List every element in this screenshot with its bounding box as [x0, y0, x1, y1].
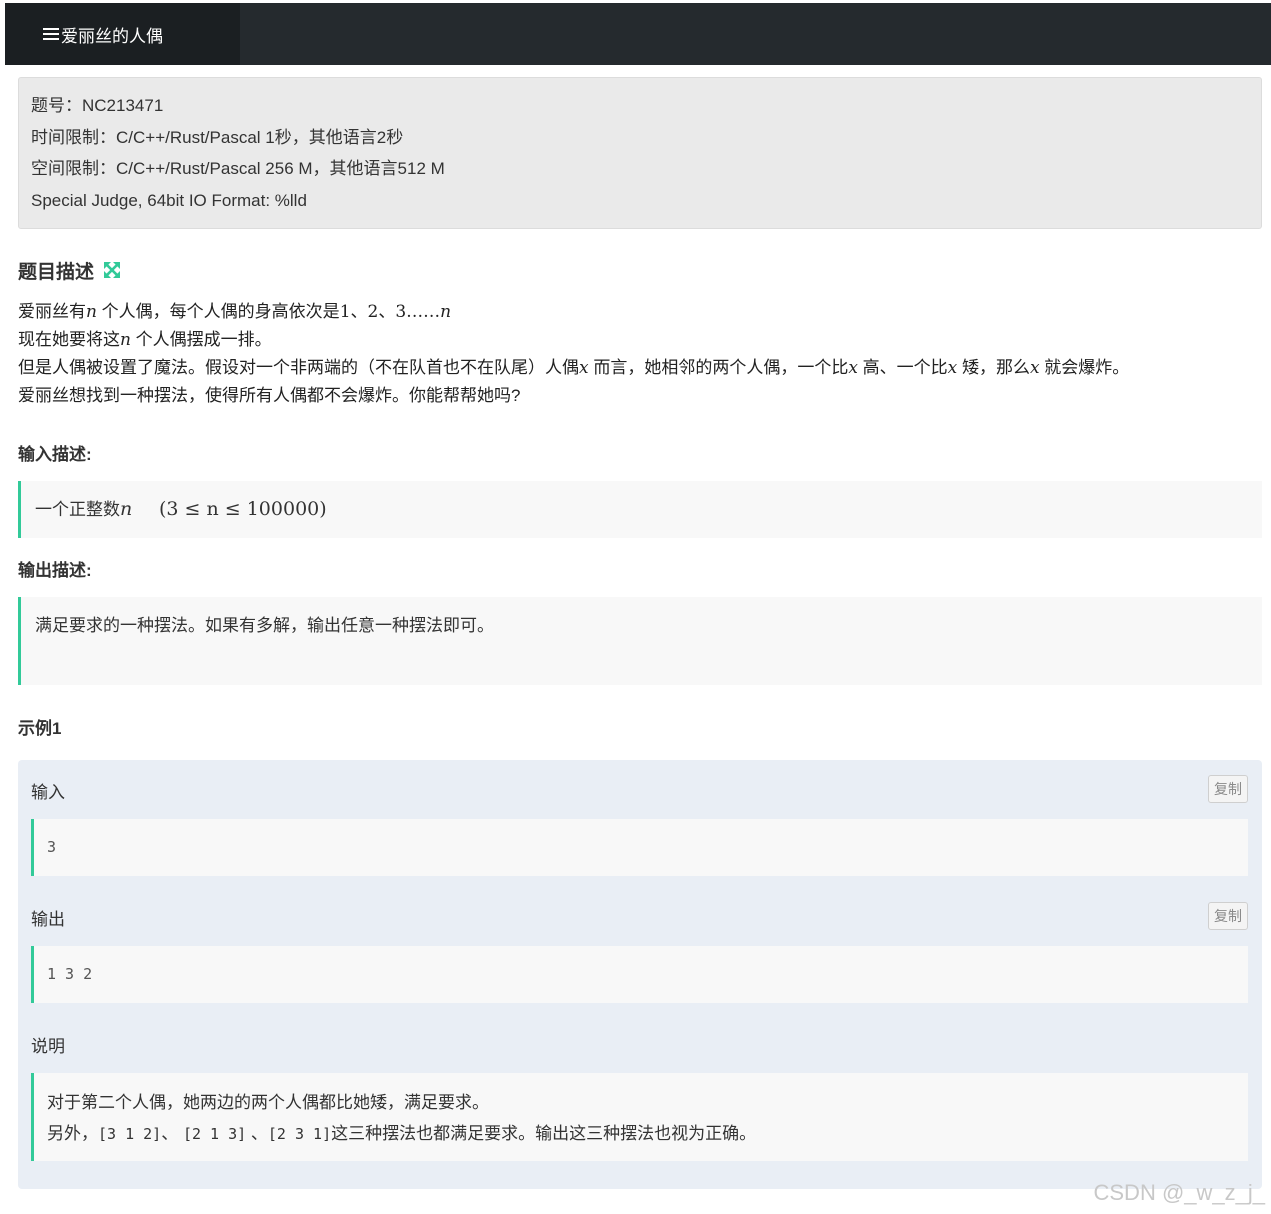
- output-desc-title: 输出描述:: [18, 561, 92, 580]
- output-desc-text: 满足要求的一种摆法。如果有多解，输出任意一种摆法即可。: [35, 616, 494, 635]
- note-line-1: 对于第二个人偶，她两边的两个人偶都比她矮，满足要求。: [47, 1093, 489, 1112]
- example-note-box: 对于第二个人偶，她两边的两个人偶都比她矮，满足要求。 另外，[3 1 2]、 […: [31, 1073, 1248, 1161]
- input-constraint: (3 ≤ n ≤ 100000): [158, 498, 327, 520]
- example-input-label: 输入: [31, 783, 65, 802]
- input-desc-box: 一个正整数n (3 ≤ n ≤ 100000): [18, 481, 1262, 538]
- problem-info-panel: 题号：NC213471 时间限制：C/C++/Rust/Pascal 1秒，其他…: [18, 77, 1262, 229]
- time-limit: 时间限制：C/C++/Rust/Pascal 1秒，其他语言2秒: [31, 127, 404, 147]
- input-desc-title: 输入描述:: [18, 445, 92, 464]
- example-panel: 输入 复制 3 输出 复制 1 3 2 说明 对于第二个人偶，她两边的两个人偶都…: [18, 760, 1262, 1189]
- example-note-label: 说明: [31, 1037, 65, 1056]
- output-desc-box: 满足要求的一种摆法。如果有多解，输出任意一种摆法即可。: [18, 597, 1262, 685]
- copy-input-button[interactable]: 复制: [1208, 775, 1248, 803]
- description-line-2: 现在她要将这n 个人偶摆成一排。: [18, 330, 272, 350]
- description-line-1: 爱丽丝有n 个人偶，每个人偶的身高依次是1、2、3……n: [18, 302, 452, 322]
- example-output-value: 1 3 2: [31, 946, 1248, 1003]
- copy-output-button[interactable]: 复制: [1208, 902, 1248, 930]
- problem-id: 题号：NC213471: [31, 96, 164, 115]
- list-icon: [43, 28, 59, 40]
- csdn-watermark: CSDN @_w_z_j_: [1093, 1180, 1266, 1205]
- tab-title: 爱丽丝的人偶: [61, 26, 163, 46]
- description-title-row: 题目描述: [18, 257, 121, 285]
- example-title: 示例1: [18, 719, 62, 738]
- top-bar: 爱丽丝的人偶: [5, 3, 1271, 65]
- description-body: 爱丽丝有n 个人偶，每个人偶的身高依次是1、2、3……n 现在她要将这n 个人偶…: [18, 298, 1258, 410]
- note-line-2: 另外，[3 1 2]、 [2 1 3] 、[2 3 1]这三种摆法也都满足要求。…: [47, 1124, 757, 1143]
- description-line-3: 但是人偶被设置了魔法。假设对一个非两端的（不在队首也不在队尾）人偶x 而言，她相…: [18, 358, 1130, 378]
- description-line-4: 爱丽丝想找到一种摆法，使得所有人偶都不会爆炸。你能帮帮她吗?: [18, 386, 521, 405]
- judge-info: Special Judge, 64bit IO Format: %lld: [31, 190, 307, 210]
- expand-arrows-icon[interactable]: [103, 261, 121, 285]
- example-output-label: 输出: [31, 910, 65, 929]
- example-input-value: 3: [31, 819, 1248, 876]
- description-title: 题目描述: [18, 262, 95, 283]
- memory-limit: 空间限制：C/C++/Rust/Pascal 256 M，其他语言512 M: [31, 159, 445, 178]
- problem-tab[interactable]: 爱丽丝的人偶: [5, 3, 240, 65]
- input-desc-text: 一个正整数: [35, 500, 120, 519]
